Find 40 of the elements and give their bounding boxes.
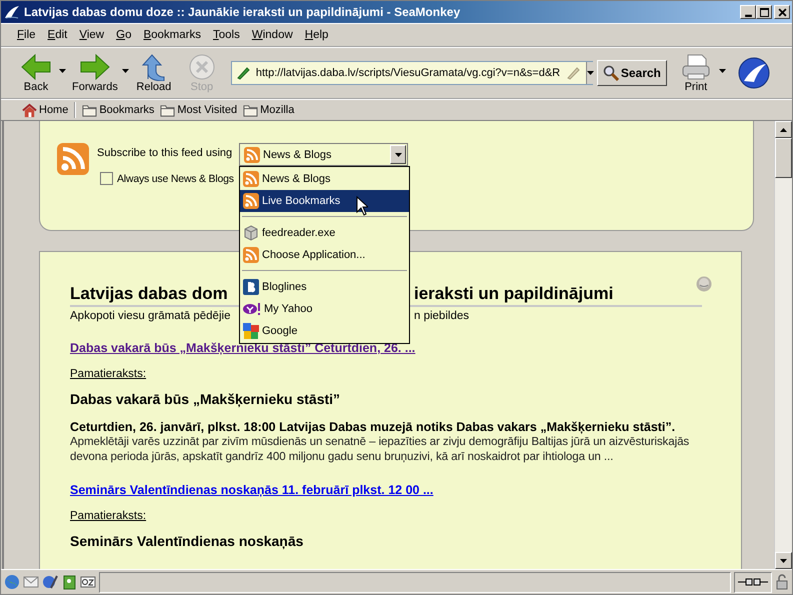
page-heading: ieraksti un papildinājumi — [414, 284, 614, 304]
menu-item[interactable]: Tools — [207, 27, 246, 43]
checkbox-label: Always use News & Blogs — [117, 172, 234, 184]
entry-title: Dabas vakarā būs „Makšķernieku stāsti” — [70, 391, 342, 407]
search-button[interactable]: Search — [596, 60, 667, 86]
menu-option[interactable]: Bloglines — [240, 276, 409, 298]
back-button[interactable]: Back — [13, 53, 59, 93]
menu-item[interactable]: View — [73, 27, 110, 43]
reload-button[interactable]: Reload — [130, 53, 177, 93]
menu-option[interactable]: My Yahoo — [240, 298, 409, 320]
menu-item[interactable]: Edit — [42, 27, 74, 43]
menu-option[interactable]: Choose Application... — [240, 244, 409, 266]
base-entry-label: Pamatieraksts: — [70, 368, 146, 380]
menu-option[interactable]: Google — [240, 320, 409, 342]
menu-item[interactable]: Help — [298, 27, 334, 43]
entry-title: Seminārs Valentīndienas noskaņās — [70, 533, 304, 549]
bookmark-folder-button[interactable]: Most Visited — [157, 102, 240, 118]
bookmark-folder-button[interactable]: Bookmarks — [79, 102, 158, 118]
entry-text: Apmeklētāji varēs uzzināt par zivīm mūsdienās un senatnē – iepazīties ar zivju demogrāfiju Baltijas jūrā un aizvēsturiskajās devona perioda jūrās, apskatīt gandrīz 400 miljonu gadu senu bruņuzivi, kā arī noskaidrot par ihtiologa un ... — [70, 434, 690, 464]
home-button[interactable]: Home — [19, 102, 72, 118]
bookmark-folder-button[interactable]: Mozilla — [240, 102, 298, 118]
base-entry-label: Pamatieraksts: — [70, 510, 146, 522]
page-heading: Latvijas dabas dom — [70, 284, 229, 304]
entry-lead: Ceturtdien, 26. janvārī, plkst. 18:00 Latvijas Dabas muzejā notiks Dabas vakars „Makšķernieku stāsti”. — [70, 420, 676, 434]
window-title: Latvijas dabas domu doze :: Jaunākie ieraksti un papildinājumi - SeaMonkey — [24, 5, 462, 19]
menu-option[interactable]: feedreader.exe — [240, 222, 409, 244]
address-field[interactable]: http://latvijas.daba.lv/scripts/ViesuGramata/vg.cgi?v=n&s=d&R — [230, 61, 593, 85]
menu-item[interactable]: Window — [246, 27, 299, 43]
menu-option[interactable]: Live Bookmarks — [240, 190, 409, 212]
menu-item[interactable]: Go — [110, 27, 138, 43]
menu-option[interactable]: News & Blogs — [240, 168, 409, 190]
entry-link[interactable]: Seminārs Valentīndienas noskaņās 11. februārī plkst. 12 00 ... — [70, 483, 434, 497]
page-subtitle: n piebildes — [414, 310, 469, 322]
forward-button[interactable]: Forwards — [68, 53, 122, 93]
menu-item[interactable]: Bookmarks — [137, 27, 207, 43]
feed-reader-select[interactable]: News & Blogs — [239, 143, 408, 166]
menu-item[interactable]: File — [11, 27, 42, 43]
subscribe-label: Subscribe to this feed using — [97, 147, 232, 159]
print-button[interactable]: Print — [672, 53, 719, 93]
page-subtitle: Apkopoti viesu grāmatā pēdējie — [70, 310, 232, 322]
